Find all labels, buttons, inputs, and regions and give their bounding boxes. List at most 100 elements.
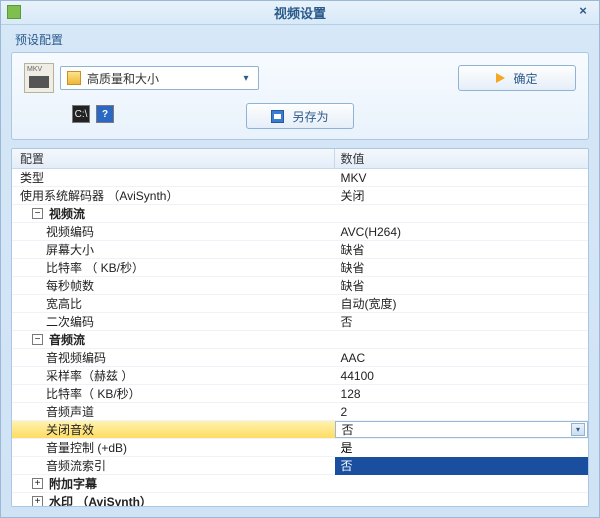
grid-group-row[interactable]: −视频流 bbox=[12, 205, 588, 223]
config-grid: 配置 数值 类型MKV使用系统解码器 （AviSynth）关闭−视频流视频编码A… bbox=[11, 148, 589, 507]
row-value[interactable]: 自动(宽度) bbox=[335, 295, 588, 312]
row-value-text: 否 bbox=[341, 313, 353, 331]
chevron-down-icon[interactable]: ▾ bbox=[571, 423, 585, 436]
grid-row[interactable]: 二次编码 否 bbox=[12, 313, 588, 331]
row-label: 音频流索引 bbox=[46, 457, 106, 475]
grid-row[interactable]: 比特率（ KB/秒） 128 bbox=[12, 385, 588, 403]
row-label: 二次编码 bbox=[46, 313, 94, 331]
row-label: 视频流 bbox=[49, 205, 85, 223]
floppy-icon bbox=[271, 110, 284, 123]
console-icon[interactable]: C:\ bbox=[72, 105, 90, 123]
row-value bbox=[335, 493, 588, 506]
ok-button-label: 确定 bbox=[513, 70, 537, 87]
help-icon[interactable]: ? bbox=[96, 105, 114, 123]
row-value[interactable]: AVC(H264) bbox=[335, 223, 588, 240]
row-value[interactable]: 44100 bbox=[335, 367, 588, 384]
row-value-text: AVC(H264) bbox=[341, 223, 401, 241]
grid-row[interactable]: 比特率 （ KB/秒） 缺省 bbox=[12, 259, 588, 277]
row-value[interactable]: 否 bbox=[335, 313, 588, 330]
save-as-button-label: 另存为 bbox=[292, 108, 328, 125]
mkv-file-icon bbox=[24, 63, 54, 93]
row-value bbox=[335, 331, 588, 348]
row-label: 音频流 bbox=[49, 331, 85, 349]
expand-icon[interactable]: + bbox=[32, 496, 43, 506]
row-label: 宽高比 bbox=[46, 295, 82, 313]
app-icon bbox=[7, 5, 21, 19]
collapse-icon[interactable]: − bbox=[32, 208, 43, 219]
row-value-text: 128 bbox=[341, 385, 361, 403]
row-label: 水印 （AviSynth） bbox=[49, 493, 152, 507]
row-label: 类型 bbox=[20, 169, 44, 187]
row-label: 音频声道 bbox=[46, 403, 94, 421]
dropdown-option[interactable]: 是 bbox=[335, 439, 588, 457]
ok-button[interactable]: 确定 bbox=[458, 65, 576, 91]
grid-row[interactable]: 屏幕大小 缺省 bbox=[12, 241, 588, 259]
row-value-text: 缺省 bbox=[341, 259, 365, 277]
preset-select[interactable]: 高质量和大小 ▾ bbox=[60, 66, 259, 90]
row-label: 视频编码 bbox=[46, 223, 94, 241]
row-label: 比特率（ KB/秒） bbox=[46, 385, 141, 403]
grid-row[interactable]: 关闭音效否▾ bbox=[12, 421, 588, 439]
folder-icon bbox=[67, 71, 81, 85]
dropdown-panel[interactable]: 是否 bbox=[335, 439, 588, 475]
grid-row[interactable]: 视频编码 AVC(H264) bbox=[12, 223, 588, 241]
close-button[interactable]: × bbox=[575, 4, 591, 20]
grid-header: 配置 数值 bbox=[12, 149, 588, 169]
row-value-text: AAC bbox=[341, 349, 366, 367]
grid-group-row[interactable]: + 附加字幕 bbox=[12, 475, 588, 493]
row-label: 音量控制 (+dB) bbox=[46, 439, 127, 457]
grid-group-row[interactable]: + 水印 （AviSynth） bbox=[12, 493, 588, 506]
grid-group-row[interactable]: −音频流 bbox=[12, 331, 588, 349]
collapse-icon[interactable]: − bbox=[32, 334, 43, 345]
grid-rows: 类型MKV使用系统解码器 （AviSynth）关闭−视频流视频编码AVC(H26… bbox=[12, 169, 588, 506]
row-value-text: 2 bbox=[341, 403, 348, 421]
row-value-text: 44100 bbox=[341, 367, 374, 385]
grid-row[interactable]: 采样率（赫兹 ） 44100 bbox=[12, 367, 588, 385]
row-label: 音视频编码 bbox=[46, 349, 106, 367]
row-value[interactable]: 否▾ bbox=[335, 421, 588, 438]
row-value-text: 缺省 bbox=[341, 277, 365, 295]
arrow-right-icon bbox=[496, 73, 505, 83]
dialog-window: 视频设置 × 预设配置 高质量和大小 ▾ 确定 C:\ ? 另存为 bbox=[0, 0, 600, 518]
preset-select-text: 高质量和大小 bbox=[87, 70, 238, 87]
grid-row[interactable]: 音视频编码 AAC bbox=[12, 349, 588, 367]
row-value[interactable]: AAC bbox=[335, 349, 588, 366]
grid-row[interactable]: 每秒帧数 缺省 bbox=[12, 277, 588, 295]
dialog-title: 视频设置 bbox=[274, 3, 326, 22]
row-label: 每秒帧数 bbox=[46, 277, 94, 295]
grid-row[interactable]: 音量控制 (+dB) 是否 bbox=[12, 439, 588, 457]
row-value[interactable]: 缺省 bbox=[335, 259, 588, 276]
row-value[interactable]: 缺省 bbox=[335, 277, 588, 294]
row-label: 附加字幕 bbox=[49, 475, 97, 493]
row-value[interactable]: 关闭 bbox=[335, 187, 588, 204]
grid-row[interactable]: 音频声道 2 bbox=[12, 403, 588, 421]
row-value[interactable]: 是否 bbox=[335, 439, 588, 456]
row-value-text: MKV bbox=[341, 169, 367, 187]
row-value[interactable]: 2 bbox=[335, 403, 588, 420]
grid-header-value: 数值 bbox=[335, 149, 588, 168]
row-value[interactable]: MKV bbox=[335, 169, 588, 186]
row-value-text: 缺省 bbox=[341, 241, 365, 259]
expand-icon[interactable]: + bbox=[32, 478, 43, 489]
dropdown-option[interactable]: 否 bbox=[335, 457, 588, 475]
save-as-button[interactable]: 另存为 bbox=[246, 103, 354, 129]
row-value bbox=[335, 205, 588, 222]
grid-row[interactable]: 宽高比 自动(宽度) bbox=[12, 295, 588, 313]
grid-row[interactable]: 类型 MKV bbox=[12, 169, 588, 187]
row-label: 关闭音效 bbox=[46, 421, 94, 439]
row-value-text: 否 bbox=[342, 421, 354, 439]
row-value[interactable]: 缺省 bbox=[335, 241, 588, 258]
preset-panel: 高质量和大小 ▾ 确定 C:\ ? 另存为 bbox=[11, 52, 589, 140]
preset-section-label: 预设配置 bbox=[1, 25, 599, 52]
row-value bbox=[335, 475, 588, 492]
row-label: 比特率 （ KB/秒） bbox=[46, 259, 144, 277]
row-value-text: 关闭 bbox=[341, 187, 365, 205]
row-label: 使用系统解码器 （AviSynth） bbox=[20, 187, 178, 205]
row-value-text: 自动(宽度) bbox=[341, 295, 397, 313]
chevron-down-icon: ▾ bbox=[238, 73, 254, 84]
titlebar: 视频设置 × bbox=[1, 1, 599, 25]
row-label: 采样率（赫兹 ） bbox=[46, 367, 133, 385]
grid-row[interactable]: 使用系统解码器 （AviSynth） 关闭 bbox=[12, 187, 588, 205]
row-value[interactable]: 128 bbox=[335, 385, 588, 402]
row-label: 屏幕大小 bbox=[46, 241, 94, 259]
